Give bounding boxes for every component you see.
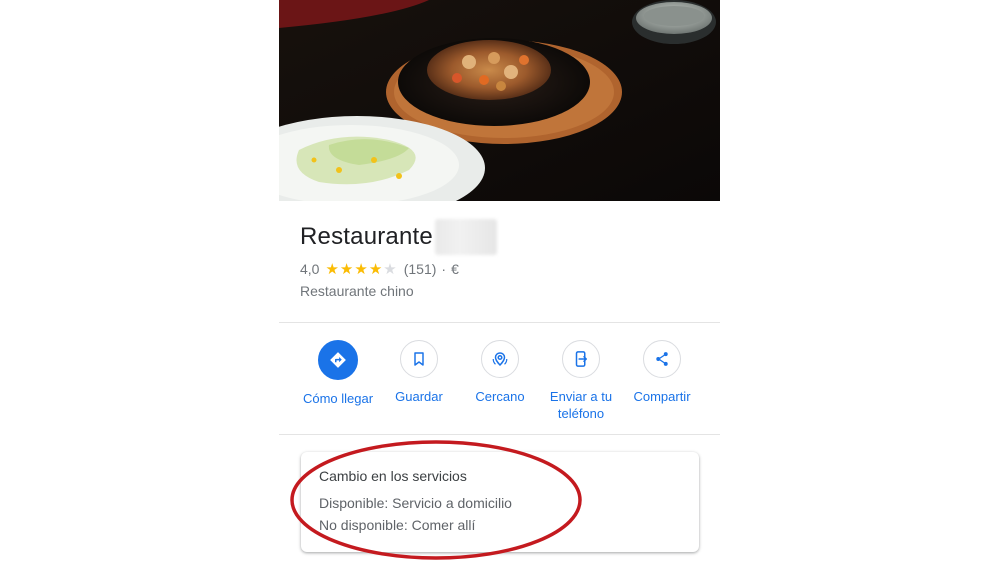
rating-row: 4,0 ★ ★ ★ ★ ★ (151) · € xyxy=(300,260,459,278)
star-icon: ★ xyxy=(339,260,354,278)
nearby-button[interactable]: Cercano xyxy=(455,340,545,405)
directions-button[interactable]: Cómo llegar xyxy=(293,340,383,407)
place-title-row: Restaurante xyxy=(300,219,497,255)
price-level: € xyxy=(451,261,459,277)
save-button[interactable]: Guardar xyxy=(374,340,464,405)
star-icon: ★ xyxy=(383,260,397,278)
service-unavailable: No disponible: Comer allí xyxy=(319,517,476,533)
place-panel: Restaurante 4,0 ★ ★ ★ ★ ★ (151) · € Restaura… xyxy=(279,0,720,567)
rating-value: 4,0 xyxy=(300,261,320,277)
star-icon: ★ xyxy=(354,260,368,278)
star-icon: ★ xyxy=(325,260,339,278)
star-icon: ★ xyxy=(368,260,383,278)
review-count[interactable]: (151) xyxy=(404,261,437,277)
nearby-icon xyxy=(481,340,519,378)
redacted-name-area xyxy=(434,219,497,255)
action-bar: Cómo llegar Guardar Cercano Enviar a tu … xyxy=(279,340,720,430)
directions-icon xyxy=(318,340,358,380)
save-label: Guardar xyxy=(395,389,443,404)
send-to-phone-button[interactable]: Enviar a tu teléfono xyxy=(536,340,626,422)
send-to-phone-label: Enviar a tu teléfono xyxy=(549,389,613,421)
share-icon xyxy=(643,340,681,378)
divider xyxy=(279,434,720,435)
directions-label: Cómo llegar xyxy=(302,391,374,406)
separator: · xyxy=(441,261,447,277)
share-button[interactable]: Compartir xyxy=(617,340,707,405)
place-category[interactable]: Restaurante chino xyxy=(300,283,414,299)
service-change-title: Cambio en los servicios xyxy=(319,468,467,484)
divider xyxy=(279,322,720,323)
share-label: Compartir xyxy=(633,389,691,404)
nearby-label: Cercano xyxy=(475,389,525,404)
send-to-phone-icon xyxy=(562,340,600,378)
place-photo[interactable] xyxy=(279,0,720,201)
rating-stars: ★ ★ ★ ★ ★ xyxy=(325,262,397,277)
service-change-card: Cambio en los servicios Disponible: Serv… xyxy=(301,452,699,552)
service-available: Disponible: Servicio a domicilio xyxy=(319,495,512,511)
place-title: Restaurante xyxy=(300,223,433,250)
bookmark-icon xyxy=(400,340,438,378)
